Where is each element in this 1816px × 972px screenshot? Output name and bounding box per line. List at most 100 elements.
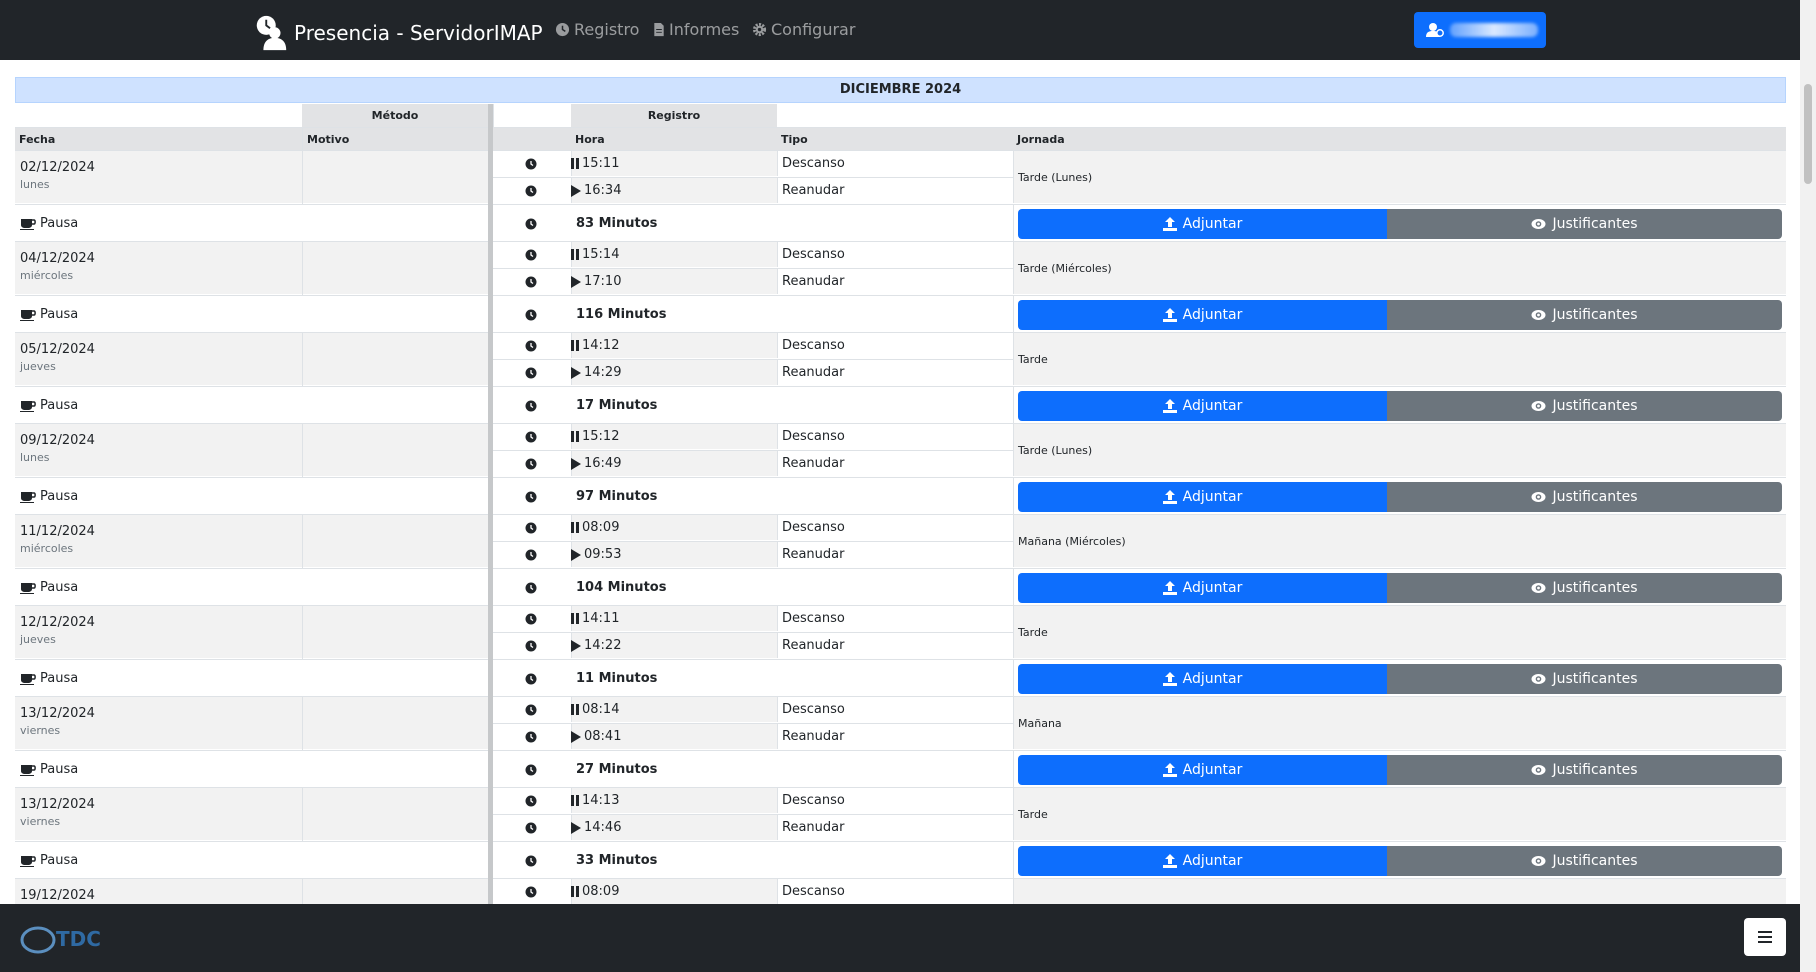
justificantes-button[interactable]: Justificantes: [1387, 482, 1782, 512]
upload-icon: [1162, 490, 1177, 504]
adjuntar-button[interactable]: Adjuntar: [1018, 573, 1387, 603]
adjuntar-button[interactable]: Adjuntar: [1018, 209, 1387, 239]
hora-cell: 14:13: [571, 793, 619, 808]
clock-icon: [525, 886, 537, 898]
hora-cell: 14:22: [571, 638, 621, 653]
top-navbar: Presencia - ServidorIMAP Registro Inform…: [0, 0, 1800, 60]
clock-icon: [525, 340, 537, 352]
adjuntar-button[interactable]: Adjuntar: [1018, 664, 1387, 694]
clock-icon: [525, 795, 537, 807]
pausa-label: Pausa: [40, 216, 79, 231]
day-of-week: viernes: [20, 724, 61, 737]
day-date: 02/12/2024: [20, 160, 95, 175]
day-date: 12/12/2024: [20, 615, 95, 630]
footer-bar: TDC: [0, 904, 1800, 972]
actions-row: Adjuntar Justificantes: [1013, 386, 1786, 424]
nav-configurar[interactable]: Configurar: [752, 20, 855, 39]
pausa-row: Pausa: [15, 568, 488, 606]
pausa-label: Pausa: [40, 307, 79, 322]
coffee-cup-icon: [20, 855, 36, 867]
hora-value: 14:12: [582, 338, 620, 353]
hora-value: 08:09: [582, 520, 620, 535]
adjuntar-button[interactable]: Adjuntar: [1018, 846, 1387, 876]
pause-icon: [571, 795, 579, 806]
play-icon: [571, 275, 581, 288]
tipo-cell: Descanso: [782, 611, 845, 626]
hora-value: 08:09: [582, 884, 620, 899]
adjuntar-button[interactable]: Adjuntar: [1018, 755, 1387, 785]
motivo-cell: [302, 424, 488, 477]
page-scrollbar-thumb[interactable]: [1804, 84, 1812, 184]
minutes-row: 11 Minutos: [493, 659, 1013, 697]
nav-informes[interactable]: Informes: [653, 20, 739, 39]
registro-row-reanudar: 08:41 Reanudar: [493, 723, 1013, 749]
eye-icon: [1531, 310, 1546, 320]
eye-icon: [1531, 765, 1546, 775]
day-date: 13/12/2024: [20, 706, 95, 721]
day-of-week: lunes: [20, 178, 50, 191]
day-of-week: jueves: [20, 360, 56, 373]
justificantes-button[interactable]: Justificantes: [1387, 300, 1782, 330]
clock-icon: [525, 613, 537, 625]
hamburger-icon: [1758, 931, 1772, 943]
user-menu-button[interactable]: [1414, 12, 1546, 48]
pausa-label: Pausa: [40, 671, 79, 686]
actions-row: Adjuntar Justificantes: [1013, 204, 1786, 242]
registro-row-descanso: 08:09 Descanso: [493, 514, 1013, 540]
adjuntar-button[interactable]: Adjuntar: [1018, 300, 1387, 330]
minutes-row: 83 Minutos: [493, 204, 1013, 242]
justificantes-button[interactable]: Justificantes: [1387, 209, 1782, 239]
justificantes-button[interactable]: Justificantes: [1387, 391, 1782, 421]
header-blank: [493, 104, 571, 127]
hora-cell: 15:11: [571, 156, 619, 171]
pausa-label: Pausa: [40, 853, 79, 868]
day-cell: 19/12/2024: [15, 878, 488, 904]
clock-icon: [525, 249, 537, 261]
hora-value: 14:46: [584, 820, 622, 835]
registro-row-descanso: 14:13 Descanso: [493, 787, 1013, 813]
hora-value: 15:12: [582, 429, 620, 444]
justificantes-label: Justificantes: [1552, 671, 1638, 687]
justificantes-button[interactable]: Justificantes: [1387, 755, 1782, 785]
registro-row-descanso: 08:14 Descanso: [493, 696, 1013, 722]
hora-cell: 15:14: [571, 247, 619, 262]
justificantes-button[interactable]: Justificantes: [1387, 846, 1782, 876]
tipo-cell: Descanso: [782, 884, 845, 899]
hora-cell: 08:09: [571, 884, 619, 899]
pause-icon: [571, 522, 579, 533]
column-jornada: Jornada: [1013, 127, 1786, 150]
eye-icon: [1531, 401, 1546, 411]
play-icon: [571, 639, 581, 652]
day-of-week: miércoles: [20, 269, 74, 282]
brand[interactable]: Presencia - ServidorIMAP: [252, 14, 543, 52]
upload-icon: [1162, 672, 1177, 686]
nav-registro[interactable]: Registro: [555, 20, 639, 39]
pausa-row: Pausa: [15, 750, 488, 788]
adjuntar-button[interactable]: Adjuntar: [1018, 482, 1387, 512]
day-date: 11/12/2024: [20, 524, 95, 539]
justificantes-label: Justificantes: [1552, 762, 1638, 778]
justificantes-button[interactable]: Justificantes: [1387, 664, 1782, 694]
justificantes-button[interactable]: Justificantes: [1387, 573, 1782, 603]
tipo-cell: Reanudar: [782, 183, 845, 198]
justificantes-label: Justificantes: [1552, 307, 1638, 323]
motivo-cell: [302, 606, 488, 659]
coffee-cup-icon: [20, 764, 36, 776]
adjuntar-button[interactable]: Adjuntar: [1018, 391, 1387, 421]
pause-duration: 17 Minutos: [576, 398, 658, 413]
coffee-cup-icon: [20, 491, 36, 503]
clock-icon: [525, 522, 537, 534]
clock-icon: [525, 704, 537, 716]
hamburger-menu-button[interactable]: [1744, 918, 1786, 956]
hora-value: 14:29: [584, 365, 622, 380]
motivo-cell: [302, 879, 488, 904]
tipo-cell: Descanso: [782, 156, 845, 171]
motivo-cell: [302, 788, 488, 841]
clock-icon: [525, 400, 537, 412]
header-metodo: Método: [302, 104, 488, 127]
pause-duration: 116 Minutos: [576, 307, 667, 322]
nav-informes-label: Informes: [669, 20, 740, 39]
clock-icon: [525, 764, 537, 776]
main-content: DICIEMBRE 2024 Método Registro Fecha Mot…: [0, 60, 1800, 904]
clock-icon: [525, 185, 537, 197]
